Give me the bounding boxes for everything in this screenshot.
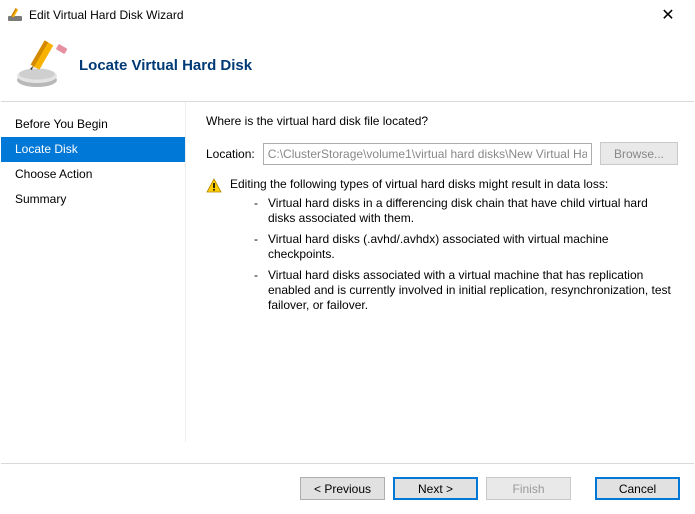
location-question: Where is the virtual hard disk file loca…: [206, 114, 678, 128]
step-choose-action[interactable]: Choose Action: [1, 162, 185, 187]
warning-bullet: Virtual hard disks (.avhd/.avhdx) associ…: [254, 232, 678, 262]
warning-bullet: Virtual hard disks associated with a vir…: [254, 268, 678, 313]
app-icon: [7, 7, 23, 23]
step-summary[interactable]: Summary: [1, 187, 185, 212]
previous-button[interactable]: < Previous: [300, 477, 385, 500]
warning-intro: Editing the following types of virtual h…: [230, 177, 678, 192]
page-title: Locate Virtual Hard Disk: [79, 57, 252, 74]
warning-bullet: Virtual hard disks in a differencing dis…: [254, 196, 678, 226]
location-label: Location:: [206, 147, 255, 161]
wizard-icon: [15, 38, 69, 92]
wizard-footer: < Previous Next > Finish Cancel: [1, 463, 694, 513]
wizard-steps-sidebar: Before You Begin Locate Disk Choose Acti…: [1, 102, 186, 442]
browse-button: Browse...: [600, 142, 678, 165]
step-before-you-begin[interactable]: Before You Begin: [1, 112, 185, 137]
step-locate-disk[interactable]: Locate Disk: [1, 137, 185, 162]
page-header: Locate Virtual Hard Disk: [1, 29, 694, 101]
location-input[interactable]: [263, 143, 592, 165]
cancel-button[interactable]: Cancel: [595, 477, 680, 500]
warning-icon: [206, 178, 222, 194]
content-pane: Where is the virtual hard disk file loca…: [186, 102, 694, 442]
window-title: Edit Virtual Hard Disk Wizard: [29, 8, 648, 22]
finish-button: Finish: [486, 477, 571, 500]
title-bar: Edit Virtual Hard Disk Wizard ✕: [1, 1, 694, 29]
next-button[interactable]: Next >: [393, 477, 478, 500]
close-button[interactable]: ✕: [648, 5, 688, 25]
warning-bullets: Virtual hard disks in a differencing dis…: [254, 196, 678, 313]
